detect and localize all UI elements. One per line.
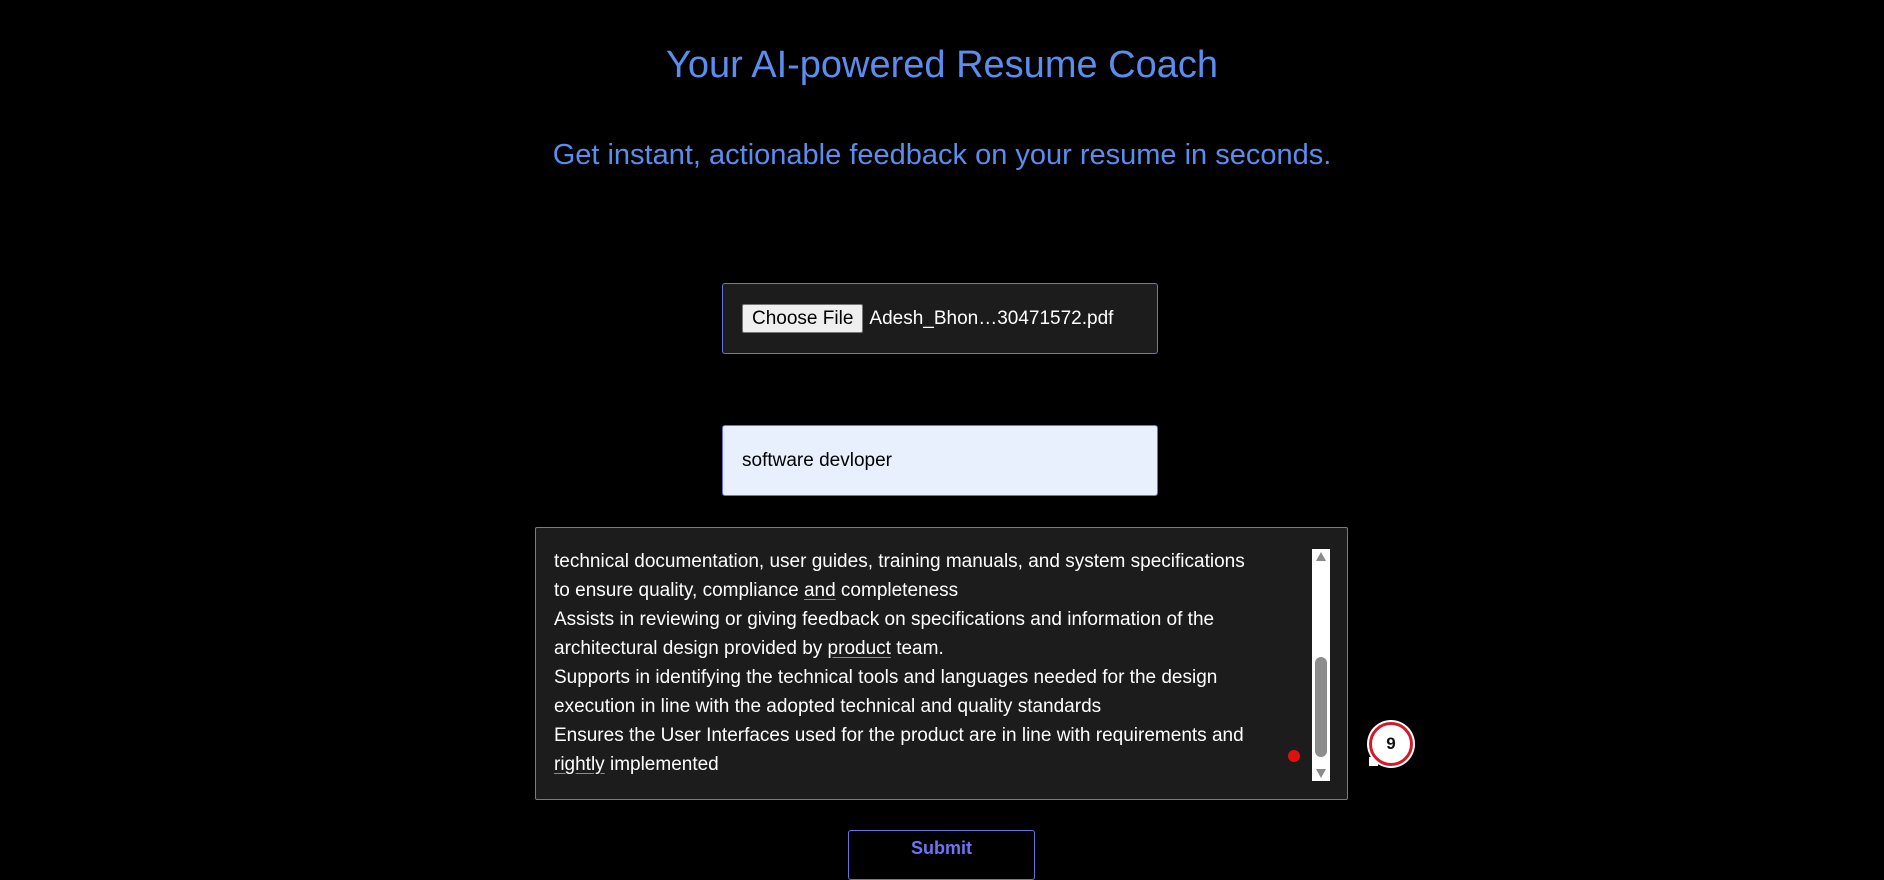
jd-text-segment: architectural design provided by (554, 638, 828, 659)
textarea-scrollbar[interactable] (1312, 549, 1330, 781)
choose-file-button[interactable]: Choose File (742, 304, 864, 333)
jd-text-segment: implemented (604, 754, 719, 775)
jd-line: Supports in identifying the technical to… (554, 663, 1306, 692)
jd-text-segment: execution in line with the adopted techn… (554, 696, 1102, 717)
scroll-up-arrow-icon[interactable] (1316, 552, 1326, 561)
job-role-input[interactable] (722, 425, 1158, 496)
job-description-text[interactable]: technical documentation, user guides, tr… (554, 547, 1306, 779)
jd-line: rightly implemented (554, 750, 1306, 779)
jd-text-segment: completeness (835, 580, 959, 601)
badge-count: 9 (1386, 734, 1396, 753)
jd-line: to ensure quality, compliance and comple… (554, 576, 1306, 605)
job-description-textarea[interactable]: technical documentation, user guides, tr… (535, 527, 1348, 800)
misspelled-word[interactable]: and (804, 580, 836, 601)
misspelled-word[interactable]: product (828, 638, 891, 659)
jd-line: Assists in reviewing or giving feedback … (554, 605, 1306, 634)
resume-file-picker[interactable]: Choose File Adesh_Bhon…30471572.pdf (722, 283, 1158, 354)
jd-text-segment: to ensure quality, compliance (554, 580, 804, 601)
scroll-down-arrow-icon[interactable] (1316, 769, 1326, 778)
jd-text-segment: Supports in identifying the technical to… (554, 667, 1218, 688)
jd-text-segment: technical documentation, user guides, tr… (554, 551, 1245, 572)
jd-text-segment: Assists in reviewing or giving feedback … (554, 609, 1215, 630)
jd-line: technical documentation, user guides, tr… (554, 547, 1306, 576)
jd-line: Ensures the User Interfaces used for the… (554, 721, 1306, 750)
jd-line: architectural design provided by product… (554, 634, 1306, 663)
page-subtitle: Get instant, actionable feedback on your… (552, 139, 1332, 171)
jd-text-segment: team. (890, 638, 944, 659)
submit-button[interactable]: Submit (848, 830, 1035, 880)
jd-line: execution in line with the adopted techn… (554, 692, 1306, 721)
spellcheck-indicator-icon[interactable] (1288, 750, 1300, 762)
misspelled-word[interactable]: rightly (554, 754, 605, 775)
scrollbar-thumb[interactable] (1315, 657, 1327, 757)
selected-file-name: Adesh_Bhon…30471572.pdf (869, 307, 1114, 329)
jd-text-segment: Ensures the User Interfaces used for the… (554, 725, 1244, 746)
grammar-suggestions-badge[interactable]: 9 (1369, 722, 1413, 766)
page-title: Your AI-powered Resume Coach (665, 44, 1219, 86)
